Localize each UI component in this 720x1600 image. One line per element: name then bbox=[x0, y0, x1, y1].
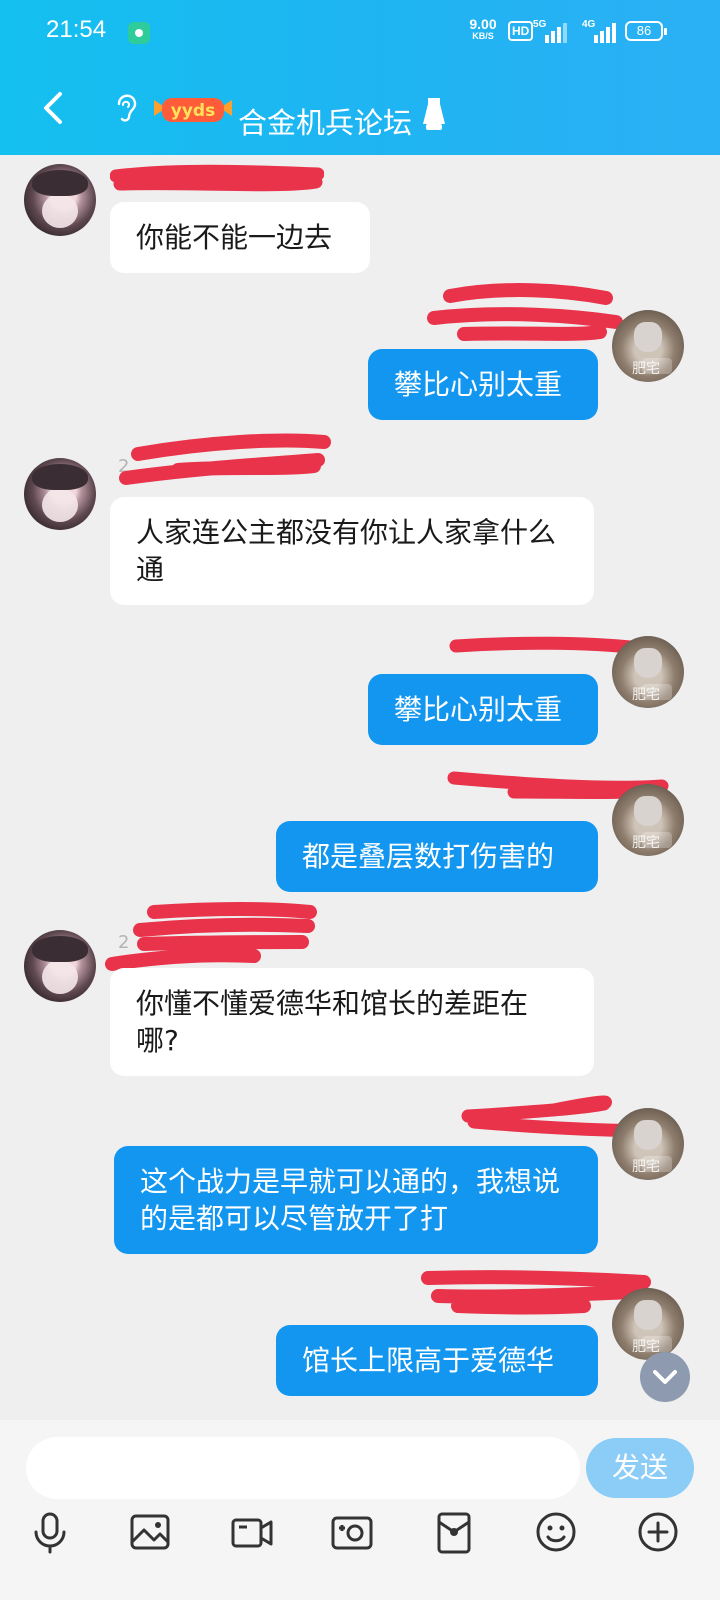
video-icon[interactable] bbox=[230, 1510, 274, 1554]
network-speed: 9.00 KB/S bbox=[465, 16, 501, 41]
back-arrow-icon[interactable] bbox=[36, 88, 72, 128]
sender-avatar[interactable] bbox=[24, 164, 96, 236]
mic-icon[interactable] bbox=[28, 1510, 72, 1554]
my-avatar[interactable]: 肥宅 bbox=[612, 310, 684, 382]
message-bubble-outgoing[interactable]: 攀比心别太重 bbox=[368, 349, 598, 420]
yyds-badge-text: yyds bbox=[171, 101, 215, 121]
message-bubble-outgoing[interactable]: 攀比心别太重 bbox=[368, 674, 598, 745]
redacted-sender-name bbox=[119, 433, 331, 485]
message-text: 你能不能一边去 bbox=[136, 221, 333, 254]
redacted-my-name bbox=[427, 283, 623, 341]
message-text: 攀比心别太重 bbox=[394, 368, 563, 401]
message-text: 你懂不懂爱德华和馆长的差距在哪? bbox=[136, 987, 529, 1057]
signal-5g-label: 5G bbox=[533, 19, 547, 30]
message-bubble-incoming[interactable]: 人家连公主都没有你让人家拿什么通 bbox=[110, 497, 594, 605]
my-avatar[interactable]: 肥宅 bbox=[612, 784, 684, 856]
yyds-badge-icon: yyds bbox=[154, 98, 232, 122]
message-bubble-incoming[interactable]: 你能不能一边去 bbox=[110, 202, 370, 273]
message-input[interactable] bbox=[26, 1437, 580, 1499]
emoji-icon[interactable] bbox=[534, 1510, 578, 1554]
image-icon[interactable] bbox=[128, 1510, 172, 1554]
message-bubble-incoming[interactable]: 你懂不懂爱德华和馆长的差距在哪? bbox=[110, 968, 594, 1076]
red-packet-icon[interactable] bbox=[432, 1510, 476, 1554]
redacted-sender-name bbox=[110, 164, 324, 192]
earpiece-mode-icon[interactable] bbox=[112, 92, 140, 126]
my-avatar[interactable]: 肥宅 bbox=[612, 1108, 684, 1180]
signal-5g-icon: 5G bbox=[533, 19, 567, 43]
status-time: 21:54 bbox=[46, 16, 107, 43]
signal-4g-icon: 4G bbox=[582, 19, 616, 43]
avatar-caption: 肥宅 bbox=[632, 835, 660, 851]
network-speed-unit: KB/S bbox=[472, 31, 494, 41]
page-title: 合金机兵论坛 bbox=[238, 106, 413, 140]
top-bar: 21:54 9.00 KB/S HD 5G 4G 86 yyds 合金机兵论坛 bbox=[0, 0, 720, 155]
message-text: 都是叠层数打伤害的 bbox=[302, 840, 555, 873]
message-text: 人家连公主都没有你让人家拿什么通 bbox=[136, 516, 557, 586]
message-bubble-outgoing[interactable]: 这个战力是早就可以通的，我想说的是都可以尽管放开了打 bbox=[114, 1146, 598, 1254]
message-bubble-outgoing[interactable]: 馆长上限高于爱德华 bbox=[276, 1325, 598, 1396]
hd-voice-badge: HD bbox=[508, 21, 534, 41]
battery-icon: 86 bbox=[625, 21, 667, 41]
message-text: 这个战力是早就可以通的，我想说的是都可以尽管放开了打 bbox=[140, 1165, 561, 1235]
avatar-caption: 肥宅 bbox=[632, 1159, 660, 1175]
app-notification-icon bbox=[128, 22, 150, 44]
status-bar: 21:54 9.00 KB/S HD 5G 4G 86 bbox=[0, 0, 720, 64]
network-speed-value: 9.00 bbox=[469, 16, 497, 32]
camera-icon[interactable] bbox=[330, 1510, 374, 1554]
scroll-to-bottom-button[interactable] bbox=[640, 1352, 690, 1402]
signal-4g-label: 4G bbox=[582, 19, 596, 30]
message-text: 馆长上限高于爱德华 bbox=[302, 1344, 555, 1377]
message-text: 攀比心别太重 bbox=[394, 693, 563, 726]
sender-avatar[interactable] bbox=[24, 458, 96, 530]
notification-settings-icon[interactable] bbox=[420, 94, 448, 132]
send-button[interactable]: 发送 bbox=[586, 1438, 694, 1498]
my-avatar[interactable]: 肥宅 bbox=[612, 636, 684, 708]
avatar-caption: 肥宅 bbox=[632, 361, 660, 377]
my-avatar[interactable]: 肥宅 bbox=[612, 1288, 684, 1360]
plus-icon[interactable] bbox=[636, 1510, 680, 1554]
chevron-down-icon bbox=[653, 1370, 677, 1384]
sender-avatar[interactable] bbox=[24, 930, 96, 1002]
avatar-caption: 肥宅 bbox=[632, 687, 660, 703]
redacted-sender-name bbox=[105, 902, 317, 971]
message-bubble-outgoing[interactable]: 都是叠层数打伤害的 bbox=[276, 821, 598, 892]
